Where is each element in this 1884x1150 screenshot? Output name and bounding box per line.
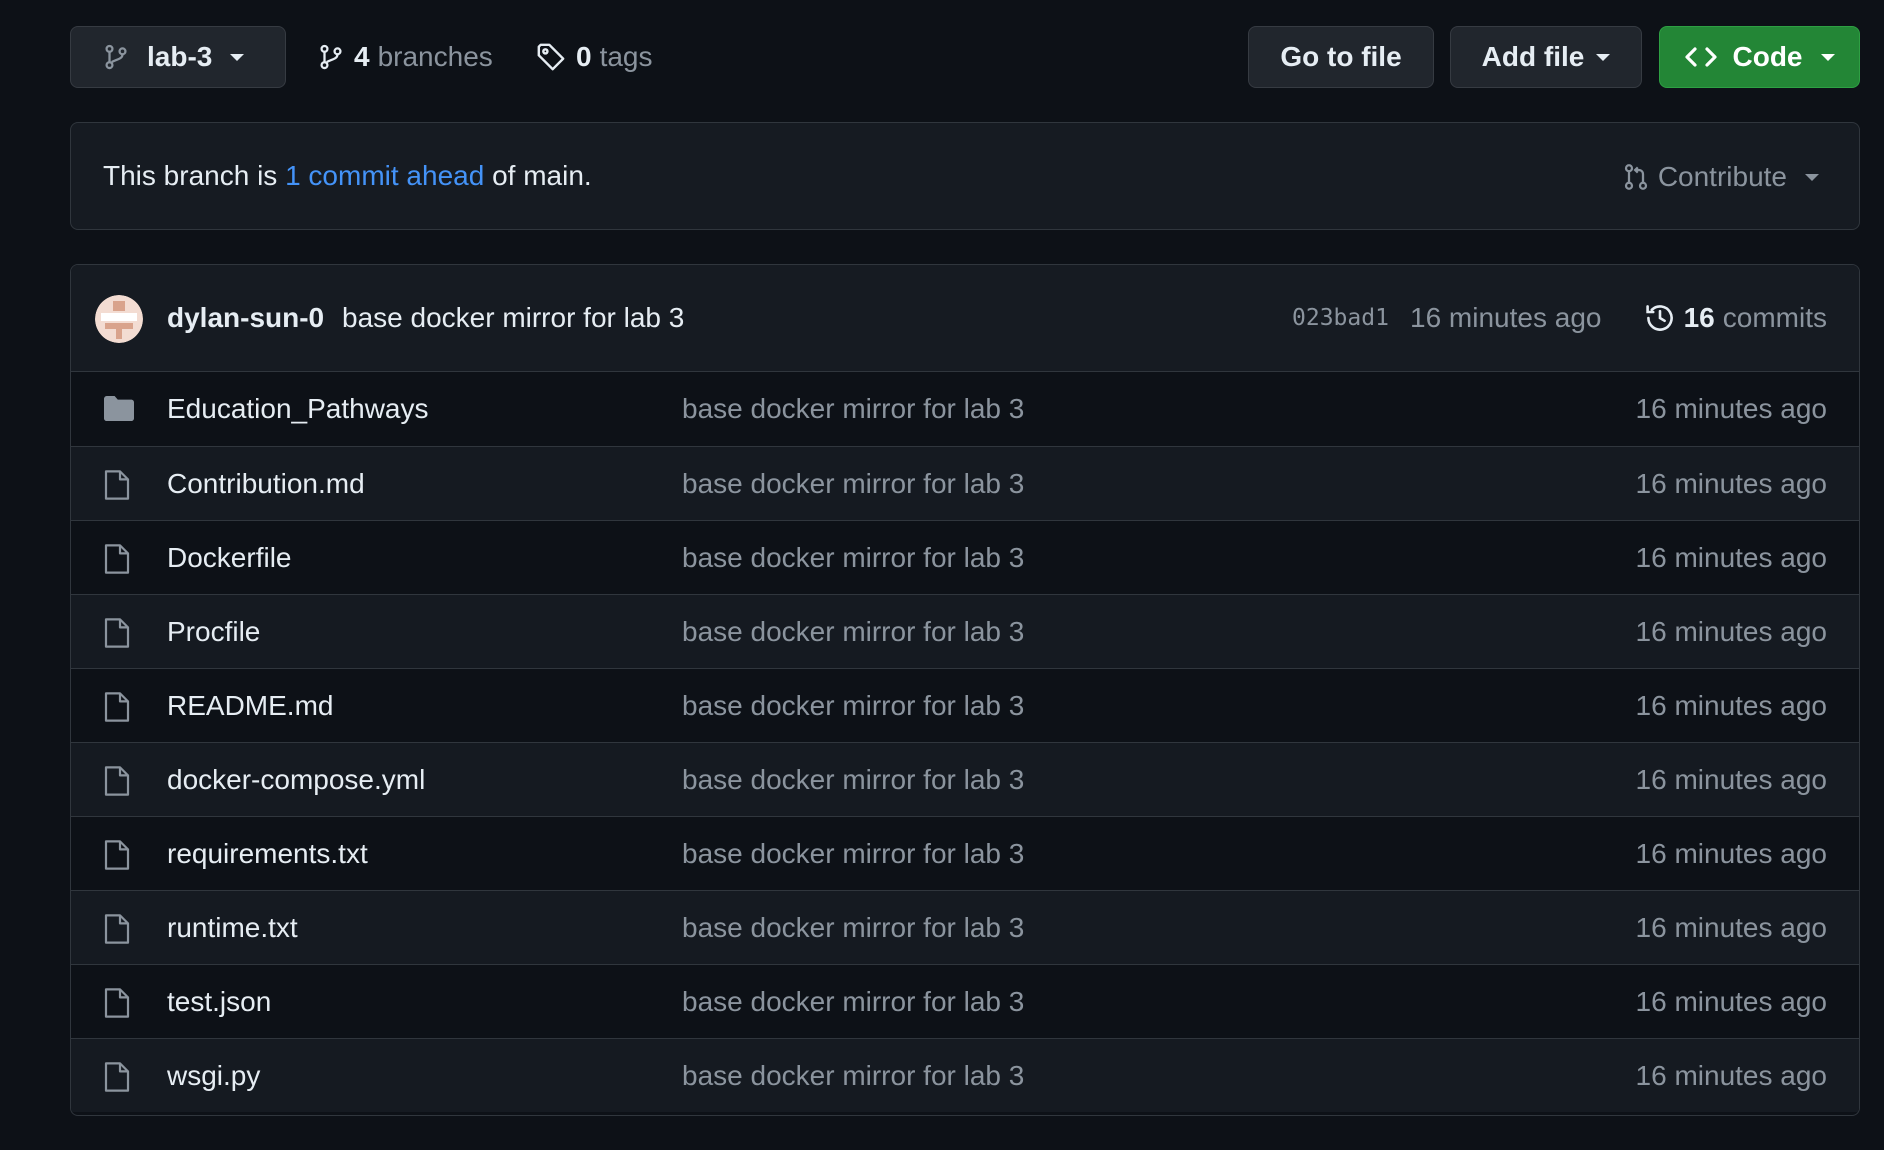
go-to-file-button[interactable]: Go to file [1248, 26, 1434, 88]
chevron-down-icon [1805, 173, 1819, 181]
tags-label: tags [599, 41, 653, 72]
latest-commit-bar: dylan-sun-0 base docker mirror for lab 3… [71, 265, 1859, 372]
file-commit-time: 16 minutes ago [1635, 467, 1827, 499]
tags-count: 0 [576, 41, 592, 72]
table-row[interactable]: test.json base docker mirror for lab 3 16 … [71, 964, 1859, 1038]
chevron-down-icon [1596, 53, 1611, 61]
table-row[interactable]: runtime.txt base docker mirror for lab 3 1… [71, 890, 1859, 964]
file-icon [103, 765, 131, 797]
branches-label: branches [377, 41, 493, 72]
file-commit-message-link[interactable]: base docker mirror for lab 3 [682, 764, 1024, 796]
go-to-file-label: Go to file [1280, 41, 1402, 72]
commit-author-link[interactable]: dylan-sun-0 [167, 302, 324, 334]
add-file-button[interactable]: Add file [1450, 26, 1642, 88]
branch-select-button[interactable]: lab-3 [70, 26, 286, 88]
file-rows: Education_Pathwaysbase docker mirror for… [71, 372, 1859, 1112]
branches-count: 4 [354, 41, 370, 72]
file-commit-time: 16 minutes ago [1635, 763, 1827, 795]
contribute-label: Contribute [1657, 161, 1787, 192]
table-row[interactable]: Dockerfile base docker mirror for lab 3 16… [71, 520, 1859, 594]
file-commit-message-link[interactable]: base docker mirror for lab 3 [682, 616, 1024, 648]
file-commit-time: 16 minutes ago [1635, 393, 1827, 424]
file-icon [103, 913, 131, 945]
file-name-link[interactable]: Procfile [167, 616, 260, 648]
current-branch-label: lab-3 [147, 41, 213, 72]
code-button[interactable]: Code [1659, 26, 1860, 88]
code-label: Code [1732, 41, 1803, 72]
commit-time: 16 minutes ago [1410, 302, 1602, 333]
file-commit-message-link[interactable]: base docker mirror for lab 3 [682, 986, 1024, 1018]
commit-message-link[interactable]: base docker mirror for lab 3 [342, 302, 684, 334]
file-icon [103, 543, 131, 575]
table-row[interactable]: docker-compose.yml base docker mirror for… [71, 742, 1859, 816]
file-commit-message-link[interactable]: base docker mirror for lab 3 [682, 690, 1024, 722]
ahead-prefix: This branch is [103, 160, 278, 191]
file-commit-time: 16 minutes ago [1635, 615, 1827, 647]
file-name-link[interactable]: runtime.txt [167, 912, 298, 944]
add-file-label: Add file [1481, 41, 1585, 72]
history-icon [1644, 302, 1676, 334]
file-name-link[interactable]: Education_Pathways [167, 393, 429, 425]
folder-icon [103, 394, 135, 422]
code-icon [1684, 45, 1717, 69]
file-name-link[interactable]: test.json [167, 986, 271, 1018]
commits-count: 16 [1683, 302, 1715, 333]
chevron-down-icon [230, 53, 245, 61]
file-commit-message-link[interactable]: base docker mirror for lab 3 [682, 393, 1024, 425]
file-icon [103, 691, 131, 723]
file-commit-time: 16 minutes ago [1635, 837, 1827, 869]
git-branch-icon [318, 42, 344, 72]
file-commit-message-link[interactable]: base docker mirror for lab 3 [682, 1060, 1024, 1092]
file-commit-message-link[interactable]: base docker mirror for lab 3 [682, 468, 1024, 500]
avatar[interactable] [95, 295, 143, 343]
git-branch-icon [103, 42, 129, 72]
table-row[interactable]: Education_Pathways base docker mirror for… [71, 372, 1859, 446]
file-commit-time: 16 minutes ago [1635, 541, 1827, 573]
file-name-link[interactable]: requirements.txt [167, 838, 368, 870]
branch-compare-banner: This branch is 1 commit ahead of main. C… [70, 122, 1860, 230]
repo-toolbar: lab-3 4 branches 0 tags Go to file Add f… [70, 26, 1860, 88]
file-commit-time: 16 minutes ago [1635, 689, 1827, 721]
file-name-link[interactable]: README.md [167, 690, 333, 722]
file-commit-time: 16 minutes ago [1635, 985, 1827, 1017]
file-icon [103, 617, 131, 649]
ahead-suffix: of main. [492, 160, 592, 191]
table-row[interactable]: Procfile base docker mirror for lab 3 16 m… [71, 594, 1859, 668]
table-row[interactable]: requirements.txt base docker mirror for l… [71, 816, 1859, 890]
contribute-dropdown[interactable]: Contribute [1622, 123, 1819, 231]
file-commit-time: 16 minutes ago [1635, 911, 1827, 943]
tags-link[interactable]: 0 tags [536, 26, 653, 88]
table-row[interactable]: README.md base docker mirror for lab 3 16 … [71, 668, 1859, 742]
commits-label: commits [1722, 302, 1827, 333]
file-commit-time: 16 minutes ago [1635, 1059, 1827, 1091]
commits-history-link[interactable]: 16 commits [1644, 302, 1827, 334]
table-row[interactable]: Contribution.md base docker mirror for la… [71, 446, 1859, 520]
branches-link[interactable]: 4 branches [318, 26, 493, 88]
file-commit-message-link[interactable]: base docker mirror for lab 3 [682, 838, 1024, 870]
tag-icon [536, 42, 566, 72]
file-icon [103, 987, 131, 1019]
file-icon [103, 469, 131, 501]
git-pull-request-icon [1622, 162, 1650, 192]
file-name-link[interactable]: Dockerfile [167, 542, 291, 574]
file-icon [103, 1061, 131, 1093]
file-list: dylan-sun-0 base docker mirror for lab 3… [70, 264, 1860, 1116]
file-name-link[interactable]: docker-compose.yml [167, 764, 425, 796]
table-row[interactable]: wsgi.py base docker mirror for lab 3 16 mi… [71, 1038, 1859, 1112]
file-commit-message-link[interactable]: base docker mirror for lab 3 [682, 542, 1024, 574]
file-name-link[interactable]: wsgi.py [167, 1060, 260, 1092]
commits-ahead-link[interactable]: 1 commit ahead [285, 160, 484, 192]
commit-sha-link[interactable]: 023bad1 [1292, 305, 1389, 331]
file-commit-message-link[interactable]: base docker mirror for lab 3 [682, 912, 1024, 944]
file-name-link[interactable]: Contribution.md [167, 468, 365, 500]
chevron-down-icon [1820, 53, 1835, 61]
file-icon [103, 839, 131, 871]
